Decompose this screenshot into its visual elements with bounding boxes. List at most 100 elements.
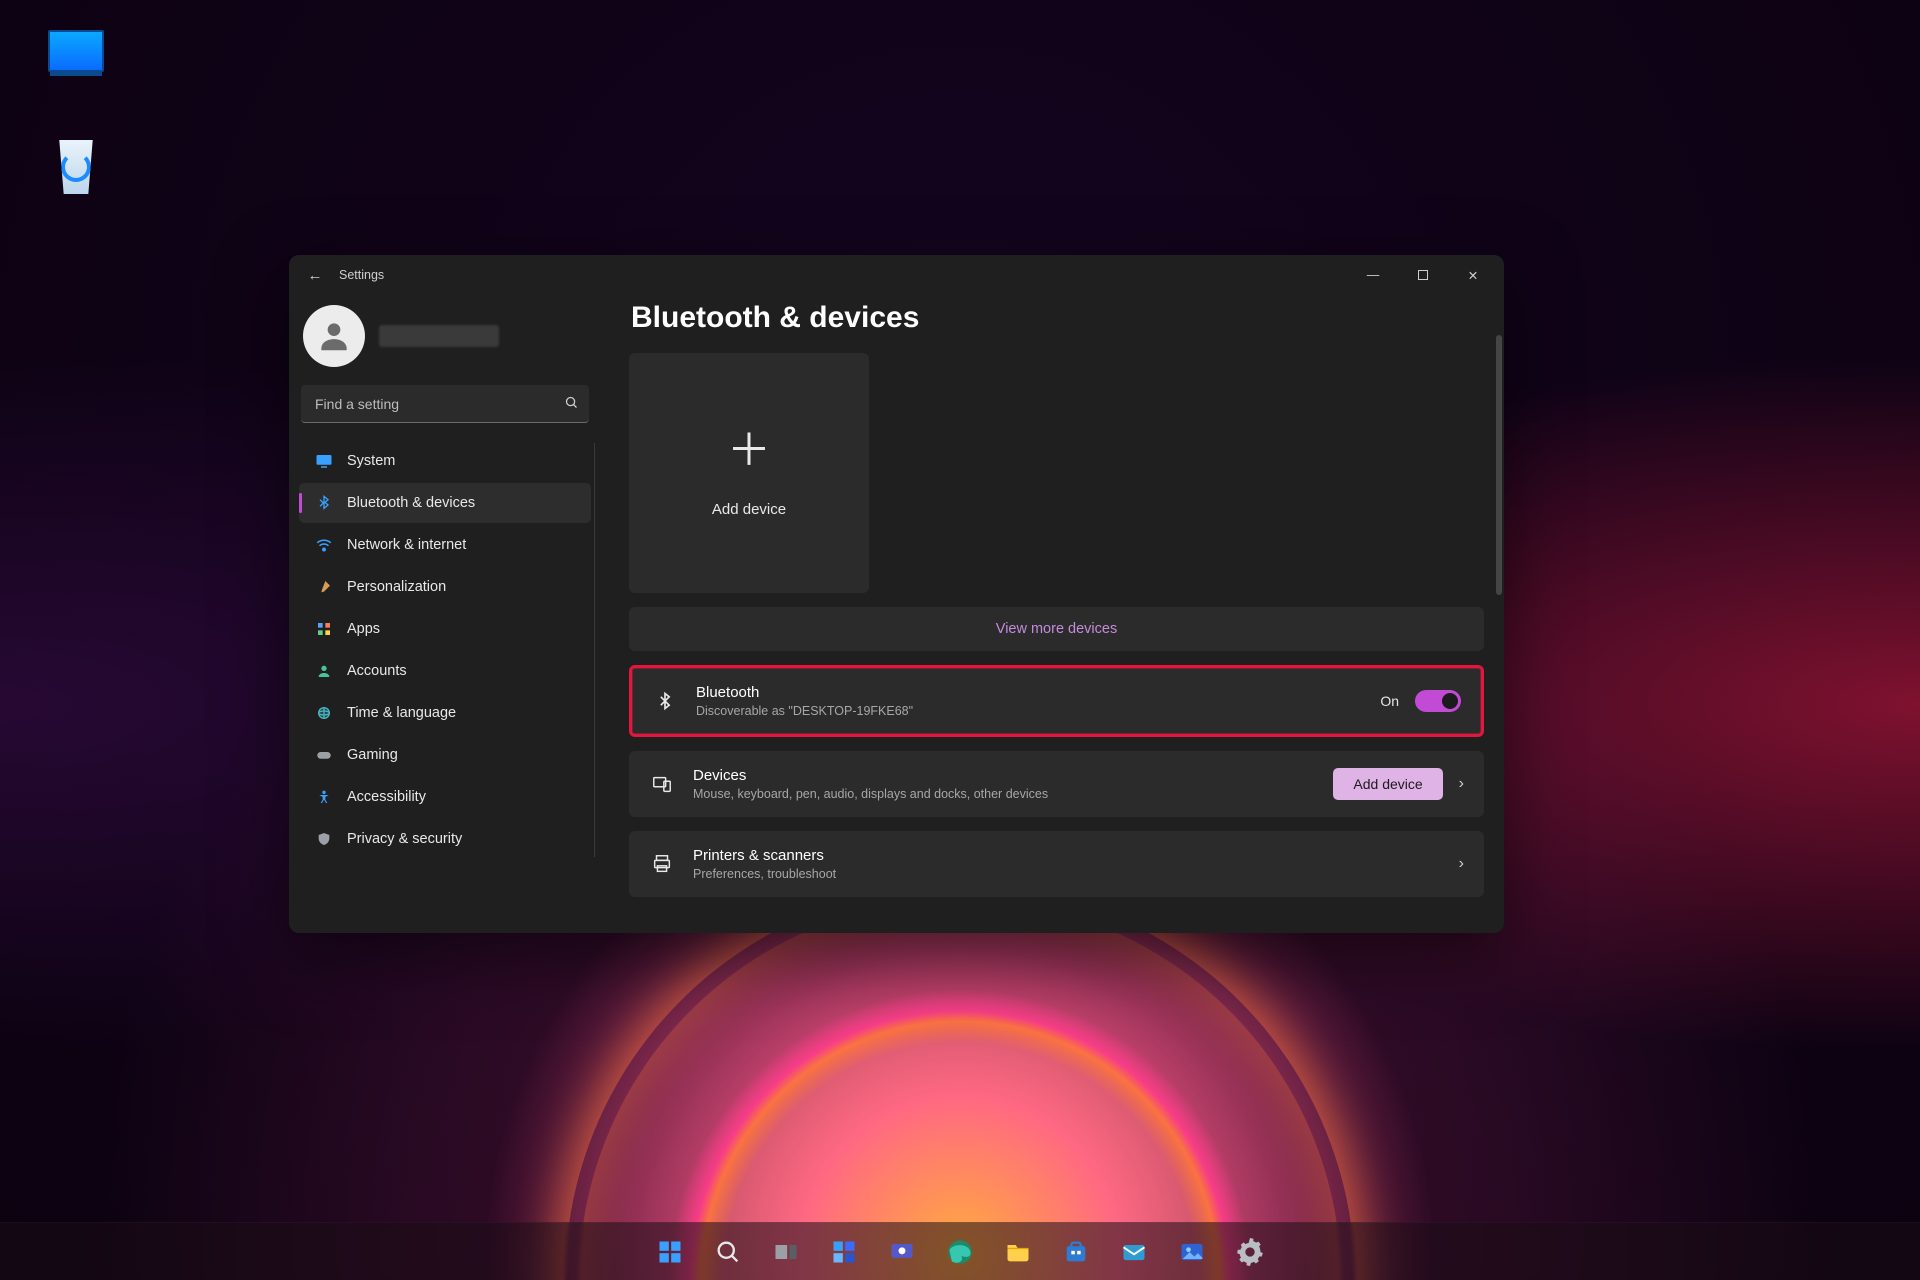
chevron-right-icon: › [1459, 855, 1464, 873]
titlebar[interactable]: ← Settings — ✕ [289, 255, 1504, 295]
search-input[interactable] [301, 385, 589, 423]
sidebar-nav: System Bluetooth & devices Network & int… [295, 439, 595, 861]
bluetooth-state-label: On [1380, 693, 1399, 709]
sidebar-item-label: Apps [347, 621, 380, 637]
bluetooth-icon [315, 494, 333, 512]
recycle-bin-icon [54, 140, 98, 194]
person-icon [315, 317, 353, 355]
sidebar-item-label: Bluetooth & devices [347, 495, 475, 511]
monitor-icon [48, 30, 104, 72]
bluetooth-title: Bluetooth [696, 684, 913, 701]
gear-icon [1236, 1238, 1264, 1266]
sidebar-item-bluetooth[interactable]: Bluetooth & devices [299, 483, 591, 523]
desktop: ← Settings — ✕ [0, 0, 1920, 1280]
accessibility-icon [315, 788, 333, 806]
taskbar-taskview[interactable] [761, 1228, 811, 1276]
sidebar-divider [594, 443, 595, 857]
printers-row[interactable]: Printers & scanners Preferences, trouble… [629, 831, 1484, 897]
folder-icon [1004, 1238, 1032, 1266]
shield-icon [315, 830, 333, 848]
main-content: Bluetooth & devices ＋ Add device View mo… [601, 295, 1504, 933]
back-button[interactable]: ← [301, 267, 329, 284]
view-more-devices-button[interactable]: View more devices [629, 607, 1484, 651]
monitor-icon [315, 452, 333, 470]
sidebar-item-label: Gaming [347, 747, 398, 763]
bluetooth-toggle-row[interactable]: Bluetooth Discoverable as "DESKTOP-19FKE… [629, 665, 1484, 737]
sidebar-item-label: Network & internet [347, 537, 466, 553]
sidebar-item-label: System [347, 453, 395, 469]
view-more-label: View more devices [996, 621, 1117, 637]
sidebar-item-accessibility[interactable]: Accessibility [299, 777, 591, 817]
widgets-icon [830, 1238, 858, 1266]
devices-row[interactable]: Devices Mouse, keyboard, pen, audio, dis… [629, 751, 1484, 817]
desktop-icon-recycle-bin[interactable] [28, 140, 124, 198]
edge-icon [946, 1238, 974, 1266]
sidebar-item-label: Privacy & security [347, 831, 462, 847]
sidebar-item-accounts[interactable]: Accounts [299, 651, 591, 691]
taskbar-chat[interactable] [877, 1228, 927, 1276]
taskbar-search[interactable] [703, 1228, 753, 1276]
bluetooth-icon [652, 691, 678, 711]
taskbar-store[interactable] [1051, 1228, 1101, 1276]
mail-icon [1120, 1238, 1148, 1266]
globe-icon [315, 704, 333, 722]
taskbar-settings[interactable] [1225, 1228, 1275, 1276]
taskbar-explorer[interactable] [993, 1228, 1043, 1276]
sidebar-item-label: Time & language [347, 705, 456, 721]
taskbar-start[interactable] [645, 1228, 695, 1276]
bluetooth-subtitle: Discoverable as "DESKTOP-19FKE68" [696, 704, 913, 718]
taskbar-edge[interactable] [935, 1228, 985, 1276]
photos-icon [1178, 1238, 1206, 1266]
sidebar-item-apps[interactable]: Apps [299, 609, 591, 649]
store-icon [1062, 1238, 1090, 1266]
printers-subtitle: Preferences, troubleshoot [693, 867, 836, 881]
maximize-button[interactable] [1398, 255, 1448, 295]
close-button[interactable]: ✕ [1448, 255, 1498, 295]
minimize-button[interactable]: — [1348, 255, 1398, 295]
settings-window: ← Settings — ✕ [289, 255, 1504, 933]
windows-icon [656, 1238, 684, 1266]
wifi-icon [315, 536, 333, 554]
sidebar: System Bluetooth & devices Network & int… [289, 295, 601, 933]
sidebar-item-personalization[interactable]: Personalization [299, 567, 591, 607]
add-device-card[interactable]: ＋ Add device [629, 353, 869, 593]
scrollbar[interactable] [1496, 335, 1502, 595]
devices-title: Devices [693, 767, 1048, 784]
gamepad-icon [315, 746, 333, 764]
sidebar-item-network[interactable]: Network & internet [299, 525, 591, 565]
sidebar-item-time-language[interactable]: Time & language [299, 693, 591, 733]
taskview-icon [772, 1238, 800, 1266]
taskbar-photos[interactable] [1167, 1228, 1217, 1276]
grid-icon [315, 620, 333, 638]
taskbar-widgets[interactable] [819, 1228, 869, 1276]
search-icon [564, 395, 579, 413]
sidebar-item-system[interactable]: System [299, 441, 591, 481]
wallpaper-ring [565, 885, 1355, 1280]
sidebar-item-gaming[interactable]: Gaming [299, 735, 591, 775]
chat-icon [888, 1238, 916, 1266]
sidebar-item-privacy[interactable]: Privacy & security [299, 819, 591, 859]
add-device-label: Add device [712, 501, 786, 518]
chevron-right-icon: › [1459, 775, 1464, 793]
plus-icon: ＋ [727, 429, 771, 473]
devices-icon [649, 773, 675, 795]
printers-title: Printers & scanners [693, 847, 836, 864]
page-title: Bluetooth & devices [631, 301, 1484, 335]
sidebar-item-label: Accessibility [347, 789, 426, 805]
taskbar-mail[interactable] [1109, 1228, 1159, 1276]
taskbar [0, 1222, 1920, 1280]
bluetooth-toggle[interactable] [1415, 690, 1461, 712]
sidebar-item-label: Personalization [347, 579, 446, 595]
add-device-button[interactable]: Add device [1333, 768, 1442, 800]
window-title: Settings [339, 268, 384, 282]
printer-icon [649, 853, 675, 875]
brush-icon [315, 578, 333, 596]
devices-subtitle: Mouse, keyboard, pen, audio, displays an… [693, 787, 1048, 801]
avatar [303, 305, 365, 367]
sidebar-item-label: Accounts [347, 663, 407, 679]
desktop-icon-this-pc[interactable] [28, 30, 124, 76]
person-icon [315, 662, 333, 680]
search-icon [714, 1238, 742, 1266]
profile-name-redacted [379, 325, 499, 347]
profile-block[interactable] [295, 299, 595, 385]
